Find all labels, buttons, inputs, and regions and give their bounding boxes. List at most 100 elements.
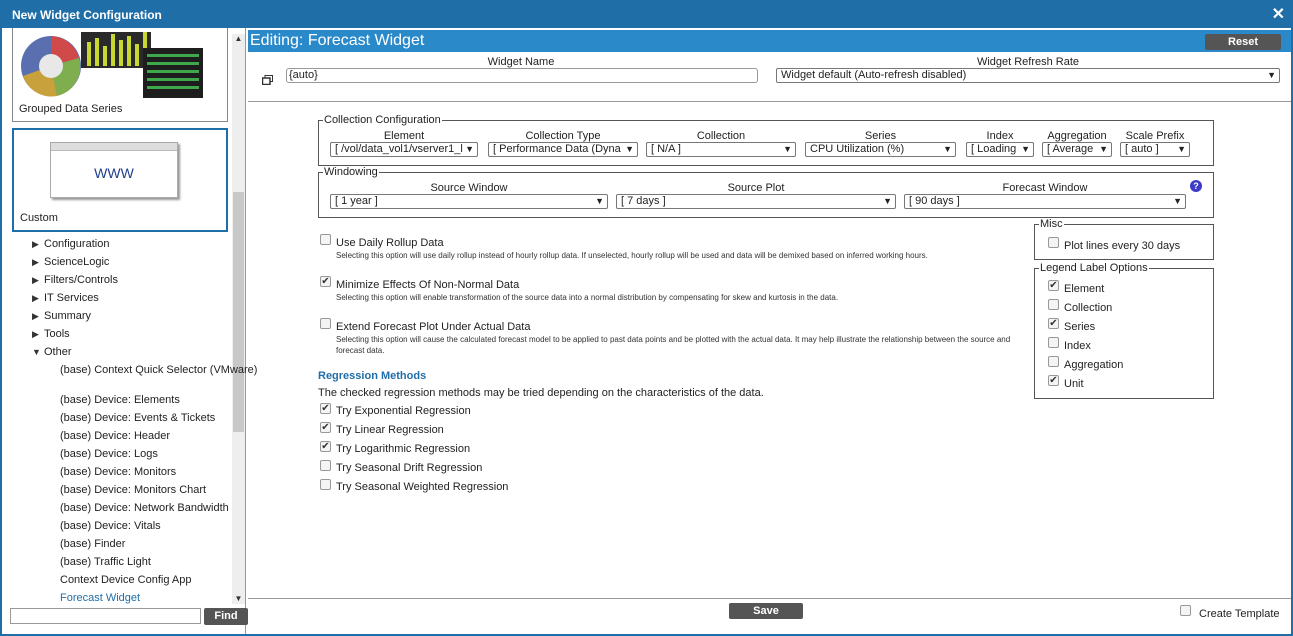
option-checkbox-daily-rollup[interactable] [320, 234, 331, 245]
expand-triangle-icon[interactable]: ▶ [32, 253, 39, 271]
scale-prefix-select[interactable]: [ auto ] ▼ [1120, 142, 1190, 157]
regression-checkbox[interactable] [320, 460, 331, 471]
tree-leaf[interactable]: (base) Device: Network Bandwidth [32, 499, 232, 517]
reset-button[interactable]: Reset [1205, 34, 1281, 50]
expand-triangle-icon[interactable]: ▶ [32, 235, 39, 253]
scroll-up-icon[interactable]: ▲ [233, 34, 244, 44]
tree-leaf[interactable]: (base) Device: Logs [32, 445, 232, 463]
regression-checkbox[interactable]: ✔ [320, 403, 331, 414]
widget-thumbnail-grouped-data-series[interactable]: Grouped Data Series [12, 28, 228, 122]
tree-leaf[interactable]: (base) Finder [32, 535, 232, 553]
tree-leaf[interactable]: (base) Context Quick Selector (VMware) [32, 361, 257, 391]
tree-leaf[interactable]: (base) Device: Header [32, 427, 232, 445]
option-description: Selecting this option will cause the cal… [336, 335, 1011, 355]
option-description: Selecting this option will enable transf… [336, 293, 839, 302]
dropdown-arrow-icon: ▼ [943, 144, 952, 154]
dropdown-arrow-icon: ▼ [1177, 144, 1186, 154]
editor-footer: Save Create Template [248, 598, 1291, 634]
regression-checkbox[interactable] [320, 479, 331, 490]
tree-node-sciencelogic[interactable]: ▶ ScienceLogic [32, 253, 232, 271]
tree-leaf[interactable]: (base) Device: Monitors [32, 463, 232, 481]
tree-node-other[interactable]: ▼ Other [32, 343, 232, 361]
regression-methods-desc: The checked regression methods may be tr… [318, 387, 764, 399]
legend-option-label: Index [1064, 340, 1091, 352]
tree-leaf[interactable]: (base) Device: Monitors Chart [32, 481, 232, 499]
source-plot-select[interactable]: [ 7 days ] ▼ [616, 194, 896, 209]
series-select[interactable]: CPU Utilization (%) ▼ [805, 142, 956, 157]
tree-node-it-services[interactable]: ▶ IT Services [32, 289, 232, 307]
close-icon[interactable]: ✕ [1272, 4, 1285, 24]
plot-lines-checkbox[interactable] [1048, 237, 1059, 248]
widget-name-label: Widget Name [487, 56, 555, 68]
source-window-label: Source Window [430, 182, 508, 194]
scrollbar-thumb[interactable] [233, 192, 244, 432]
collection-select[interactable]: [ N/A ] ▼ [646, 142, 796, 157]
legend-option-label: Unit [1064, 378, 1084, 390]
tree-leaf[interactable]: (base) Device: Events & Tickets [32, 409, 232, 427]
tree-node-tools[interactable]: ▶ Tools [32, 325, 232, 343]
tree-leaf[interactable]: (base) Traffic Light [32, 553, 232, 571]
refresh-rate-label: Widget Refresh Rate [976, 56, 1080, 68]
legend-option-label: Element [1064, 283, 1105, 295]
dropdown-arrow-icon: ▼ [595, 196, 604, 206]
scroll-down-icon[interactable]: ▼ [233, 594, 244, 604]
legend-checkbox-index[interactable] [1048, 337, 1059, 348]
forecast-window-select[interactable]: [ 90 days ] ▼ [904, 194, 1186, 209]
collection-type-select[interactable]: [ Performance Data (Dyna ▼ [488, 142, 638, 157]
tree-leaf[interactable]: (base) Device: Vitals [32, 517, 232, 535]
element-select[interactable]: [ /vol/data_vol1/vserver1_l ▼ [330, 142, 478, 157]
expand-triangle-icon[interactable]: ▶ [32, 271, 39, 289]
dropdown-arrow-icon: ▼ [883, 196, 892, 206]
aggregation-label: Aggregation [1047, 130, 1107, 142]
tree-node-filters-controls[interactable]: ▶ Filters/Controls [32, 271, 232, 289]
element-label: Element [383, 130, 425, 142]
option-checkbox-extend-forecast[interactable] [320, 318, 331, 329]
sidebar-scrollbar[interactable]: ▲ ▼ [232, 34, 245, 604]
source-window-select[interactable]: [ 1 year ] ▼ [330, 194, 608, 209]
tree-node-summary[interactable]: ▶ Summary [32, 307, 232, 325]
index-select[interactable]: [ Loading ▼ [966, 142, 1034, 157]
expand-triangle-icon[interactable]: ▶ [32, 307, 39, 325]
collection-label: Collection [696, 130, 746, 142]
save-button[interactable]: Save [729, 603, 803, 619]
plot-lines-label: Plot lines every 30 days [1064, 240, 1181, 252]
legend-checkbox-series[interactable]: ✔ [1048, 318, 1059, 329]
regression-checkbox[interactable]: ✔ [320, 441, 331, 452]
expand-triangle-icon[interactable]: ▶ [32, 325, 39, 343]
help-icon[interactable]: ? [1190, 180, 1202, 192]
collapse-triangle-icon[interactable]: ▼ [32, 343, 41, 361]
widget-sidebar: Grouped Data Series WWW Custom ▲ ▼ ▶ Conf… [2, 28, 257, 634]
tree-leaf[interactable]: Context Device Config App [32, 571, 232, 589]
forecast-window-label: Forecast Window [1002, 182, 1088, 194]
widget-thumbnail-custom[interactable]: WWW Custom [12, 128, 228, 232]
thumbnail-label: Custom [20, 212, 58, 224]
expand-triangle-icon[interactable]: ▶ [32, 289, 39, 307]
find-button[interactable]: Find [204, 608, 248, 625]
option-checkbox-minimize-non-normal[interactable]: ✔ [320, 276, 331, 287]
legend-checkbox-element[interactable]: ✔ [1048, 280, 1059, 291]
refresh-rate-select[interactable]: Widget default (Auto-refresh disabled) ▼ [776, 68, 1280, 83]
tree-leaf-selected[interactable]: Forecast Widget [32, 589, 232, 607]
misc-group: Misc [1034, 218, 1214, 260]
legend-checkbox-unit[interactable]: ✔ [1048, 375, 1059, 386]
tree-node-configuration[interactable]: ▶ Configuration [32, 235, 232, 253]
collection-type-label: Collection Type [525, 130, 601, 142]
aggregation-select[interactable]: [ Average ▼ [1042, 142, 1112, 157]
dropdown-arrow-icon: ▼ [1267, 70, 1276, 80]
regression-label: Try Exponential Regression [336, 405, 471, 417]
create-template-checkbox[interactable] [1180, 605, 1191, 616]
restore-window-icon[interactable] [262, 75, 273, 85]
legend-checkbox-aggregation[interactable] [1048, 356, 1059, 367]
widget-top-fields: Widget Name {auto} Widget Refresh Rate W… [248, 54, 1291, 102]
widget-category-tree: ▶ Configuration ▶ ScienceLogic ▶ Filters/Co… [32, 235, 257, 607]
editor-title: Editing: Forecast Widget [250, 32, 425, 49]
legend-checkbox-collection[interactable] [1048, 299, 1059, 310]
widget-name-input[interactable]: {auto} [286, 68, 758, 83]
regression-label: Try Seasonal Weighted Regression [336, 481, 509, 493]
option-description: Selecting this option will use daily rol… [336, 251, 928, 260]
tree-leaf[interactable]: (base) Device: Elements [32, 391, 232, 409]
dropdown-arrow-icon: ▼ [1099, 144, 1108, 154]
find-input[interactable] [10, 608, 201, 624]
regression-checkbox[interactable]: ✔ [320, 422, 331, 433]
windowing-legend: Windowing [324, 166, 378, 178]
